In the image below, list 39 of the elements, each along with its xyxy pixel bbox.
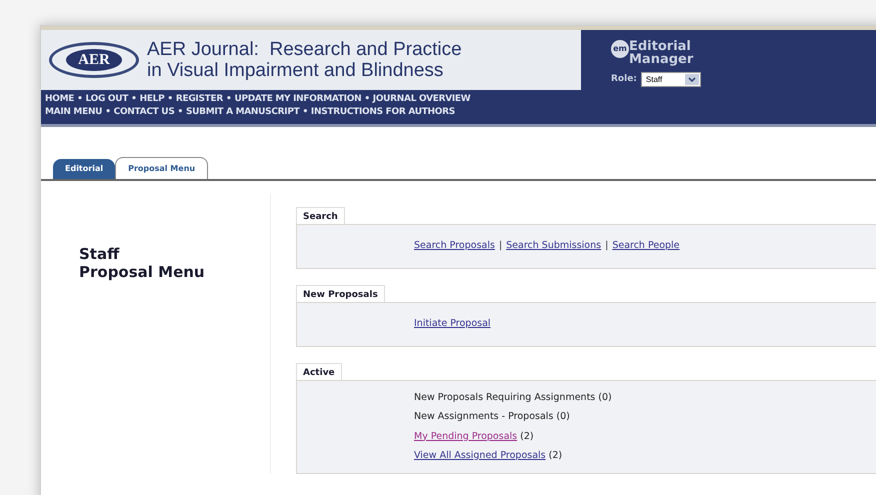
nav-link[interactable]: MAIN MENU [45, 106, 102, 119]
nav-separator: • [167, 93, 173, 106]
nav-link[interactable]: HELP [140, 93, 164, 106]
dropdown-caret-icon [684, 74, 699, 85]
link-divider: | [498, 239, 502, 254]
tab[interactable]: Proposal Menu [115, 157, 208, 179]
nav-link[interactable]: UPDATE MY INFORMATION [234, 93, 362, 106]
logo: AER [49, 42, 139, 78]
nav-separator: • [131, 93, 137, 106]
nav-separator: • [105, 106, 111, 119]
menu-link[interactable]: Search Submissions [506, 240, 602, 252]
menu-text: New Assignments - Proposals (0) [414, 411, 570, 422]
menu-link[interactable]: View All Assigned Proposals [414, 450, 546, 461]
nav-link[interactable]: SUBMIT A MANUSCRIPT [186, 106, 300, 119]
nav-link[interactable]: CONTACT US [114, 106, 175, 119]
link-divider: | [605, 239, 608, 254]
menu-link[interactable]: Search Proposals [414, 240, 495, 252]
tab[interactable]: Editorial [53, 159, 116, 179]
editorial-manager-logo: em Editorial Manager [611, 40, 694, 66]
page-title: Staff Proposal Menu [79, 245, 206, 281]
role-label: Role: [611, 72, 637, 86]
count-text: (2) [519, 430, 534, 442]
journal-title: AER Journal: Research and Practice in Visual Impairment and Blindness [147, 39, 462, 81]
menu-link[interactable]: My Pending Proposals [414, 430, 518, 442]
menu-link[interactable]: Initiate Proposal [414, 318, 491, 330]
nav-separator: • [302, 106, 308, 119]
count-text: (2) [548, 450, 562, 461]
menu-link[interactable]: Search People [612, 240, 680, 252]
nav-separator: • [226, 93, 232, 106]
nav-link[interactable]: INSTRUCTIONS FOR AUTHORS [310, 106, 455, 119]
nav-separator: • [77, 93, 83, 106]
nav-link[interactable]: REGISTER [176, 93, 223, 106]
nav-separator: • [178, 106, 183, 119]
nav-link[interactable]: LOG OUT [86, 93, 128, 106]
nav-link[interactable]: HOME [45, 93, 74, 106]
role-select[interactable]: Staff [640, 72, 701, 87]
nav-separator: • [364, 93, 370, 106]
nav-link[interactable]: JOURNAL OVERVIEW [372, 93, 470, 106]
menu-text: New Proposals Requiring Assignments (0) [414, 392, 612, 403]
